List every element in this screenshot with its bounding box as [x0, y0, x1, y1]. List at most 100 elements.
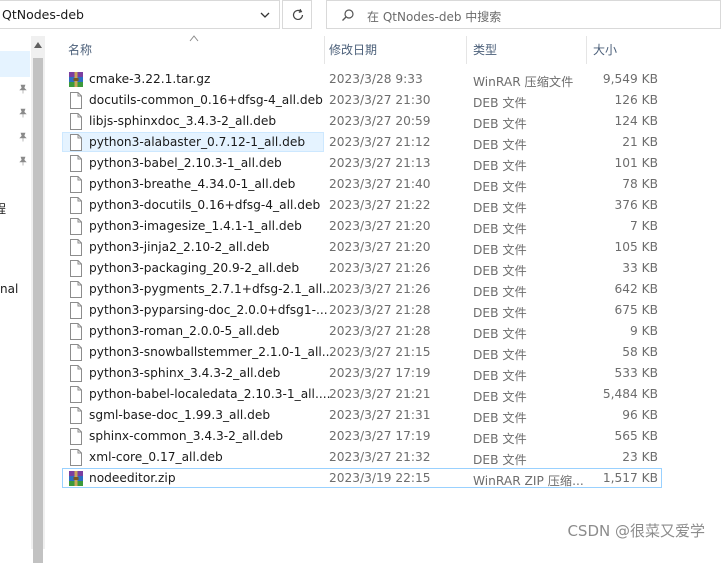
file-row[interactable]: python3-pyparsing-doc_2.0.0+dfsg1-... 202… [62, 300, 666, 321]
navigation-pane: 程 nal [0, 36, 30, 549]
file-size: 675 KB [614, 303, 659, 317]
file-icon [70, 302, 82, 319]
file-date: 2023/3/27 21:12 [329, 135, 431, 149]
file-size: 126 KB [614, 93, 659, 107]
chevron-down-icon[interactable] [259, 9, 271, 21]
file-size: 1,517 KB [602, 471, 658, 485]
file-icon [70, 260, 82, 277]
file-type: DEB 文件 [473, 285, 527, 299]
file-date: 2023/3/27 21:30 [329, 93, 431, 107]
file-name: python3-breathe_4.34.0-1_all.deb [89, 177, 296, 191]
file-name: docutils-common_0.16+dfsg-4_all.deb [89, 93, 323, 107]
file-row[interactable]: python3-pygments_2.7.1+dfsg-2.1_all.... 2… [62, 279, 666, 300]
file-row[interactable]: python-babel-localedata_2.10.3-1_all....… [62, 384, 666, 405]
column-header-date[interactable]: 修改日期 [329, 36, 464, 64]
file-icon [70, 365, 82, 382]
file-row[interactable]: python3-snowballstemmer_2.1.0-1_all... 20… [62, 342, 666, 363]
address-bar[interactable]: QtNodes-deb [0, 0, 280, 29]
file-icon [70, 386, 82, 403]
file-name: python3-jinja2_2.10-2_all.deb [89, 240, 270, 254]
search-placeholder: 在 QtNodes-deb 中搜索 [367, 10, 502, 24]
pin-icon[interactable] [18, 156, 28, 166]
column-header-type[interactable]: 类型 [473, 36, 583, 64]
file-name: python3-sphinx_3.4.3-2_all.deb [89, 366, 281, 380]
file-icon [70, 449, 82, 466]
file-row[interactable]: python3-alabaster_0.7.12-1_all.deb 2023/3… [62, 132, 666, 153]
file-size: 5,484 KB [602, 387, 658, 401]
file-type: DEB 文件 [473, 411, 527, 425]
file-date: 2023/3/27 20:59 [329, 114, 431, 128]
file-icon [70, 176, 82, 193]
refresh-icon [292, 8, 304, 21]
file-name: xml-core_0.17_all.deb [89, 450, 223, 464]
file-date: 2023/3/27 21:40 [329, 177, 431, 191]
file-date: 2023/3/27 21:26 [329, 261, 431, 275]
file-name: python3-babel_2.10.3-1_all.deb [89, 156, 282, 170]
file-row[interactable]: libjs-sphinxdoc_3.4.3-2_all.deb 2023/3/27… [62, 111, 666, 132]
file-type: DEB 文件 [473, 159, 527, 173]
file-name: sphinx-common_3.4.3-2_all.deb [89, 429, 284, 443]
file-name: python3-imagesize_1.4.1-1_all.deb [89, 219, 302, 233]
file-row[interactable]: python3-jinja2_2.10-2_all.deb 2023/3/27 2… [62, 237, 666, 258]
file-type: DEB 文件 [473, 327, 527, 341]
refresh-button[interactable] [282, 0, 312, 29]
nav-selected-item[interactable] [0, 51, 30, 77]
file-row[interactable]: nodeeditor.zip 2023/3/19 22:15 WinRAR ZIP … [62, 468, 666, 489]
nav-item-label[interactable]: nal [0, 282, 18, 296]
pin-icon[interactable] [18, 108, 28, 118]
file-name: python3-roman_2.0.0-5_all.deb [89, 324, 280, 338]
file-date: 2023/3/27 21:20 [329, 240, 431, 254]
search-box[interactable]: 在 QtNodes-deb 中搜索 [326, 0, 721, 29]
file-icon [70, 155, 82, 172]
file-icon [70, 218, 82, 235]
file-type: WinRAR 压缩文件 [473, 75, 574, 89]
nav-scrollbar[interactable] [31, 36, 45, 563]
column-header-size[interactable]: 大小 [593, 36, 663, 64]
file-type: DEB 文件 [473, 306, 527, 320]
file-name: sgml-base-doc_1.99.3_all.deb [89, 408, 271, 422]
file-type: DEB 文件 [473, 390, 527, 404]
file-size: 376 KB [614, 198, 659, 212]
file-date: 2023/3/27 17:19 [329, 429, 431, 443]
scrollbar-thumb[interactable] [33, 58, 43, 563]
file-row[interactable]: python3-breathe_4.34.0-1_all.deb 2023/3/2… [62, 174, 666, 195]
file-row[interactable]: python3-babel_2.10.3-1_all.deb 2023/3/27 … [62, 153, 666, 174]
file-size: 565 KB [614, 429, 659, 443]
file-row[interactable]: sphinx-common_3.4.3-2_all.deb 2023/3/27 1… [62, 426, 666, 447]
file-row[interactable]: sgml-base-doc_1.99.3_all.deb 2023/3/27 21… [62, 405, 666, 426]
file-date: 2023/3/27 21:22 [329, 198, 431, 212]
pin-icon[interactable] [18, 84, 28, 94]
file-row[interactable]: python3-docutils_0.16+dfsg-4_all.deb 2023… [62, 195, 666, 216]
file-row[interactable]: python3-packaging_20.9-2_all.deb 2023/3/2… [62, 258, 666, 279]
column-header-name[interactable]: 名称 [68, 36, 323, 64]
file-type: DEB 文件 [473, 243, 527, 257]
file-icon [70, 197, 82, 214]
file-type: DEB 文件 [473, 201, 527, 215]
file-name: cmake-3.22.1.tar.gz [89, 72, 211, 86]
file-row[interactable]: xml-core_0.17_all.deb 2023/3/27 21:32 DEB … [62, 447, 666, 468]
file-type: DEB 文件 [473, 96, 527, 110]
file-size: 533 KB [614, 366, 659, 380]
file-type: DEB 文件 [473, 264, 527, 278]
file-name: python3-packaging_20.9-2_all.deb [89, 261, 300, 275]
file-row[interactable]: python3-imagesize_1.4.1-1_all.deb 2023/3/… [62, 216, 666, 237]
file-size: 78 KB [622, 177, 658, 191]
file-date: 2023/3/28 9:33 [329, 72, 423, 86]
file-size: 58 KB [622, 345, 658, 359]
file-type: DEB 文件 [473, 222, 527, 236]
file-row[interactable]: python3-sphinx_3.4.3-2_all.deb 2023/3/27 … [62, 363, 666, 384]
file-date: 2023/3/27 21:15 [329, 345, 431, 359]
nav-item-label[interactable]: 程 [0, 200, 6, 217]
file-size: 642 KB [614, 282, 659, 296]
pin-icon[interactable] [18, 132, 28, 142]
file-icon [70, 428, 82, 445]
file-row[interactable]: cmake-3.22.1.tar.gz 2023/3/28 9:33 WinRAR … [62, 69, 666, 90]
file-name: python3-pygments_2.7.1+dfsg-2.1_all.... [89, 282, 338, 296]
file-row[interactable]: docutils-common_0.16+dfsg-4_all.deb 2023/… [62, 90, 666, 111]
file-size: 9,549 KB [602, 72, 658, 86]
file-type: DEB 文件 [473, 180, 527, 194]
file-type: DEB 文件 [473, 453, 527, 467]
file-name: python3-alabaster_0.7.12-1_all.deb [89, 135, 306, 149]
file-row[interactable]: python3-roman_2.0.0-5_all.deb 2023/3/27 2… [62, 321, 666, 342]
scroll-up-arrow-icon[interactable] [34, 42, 42, 48]
